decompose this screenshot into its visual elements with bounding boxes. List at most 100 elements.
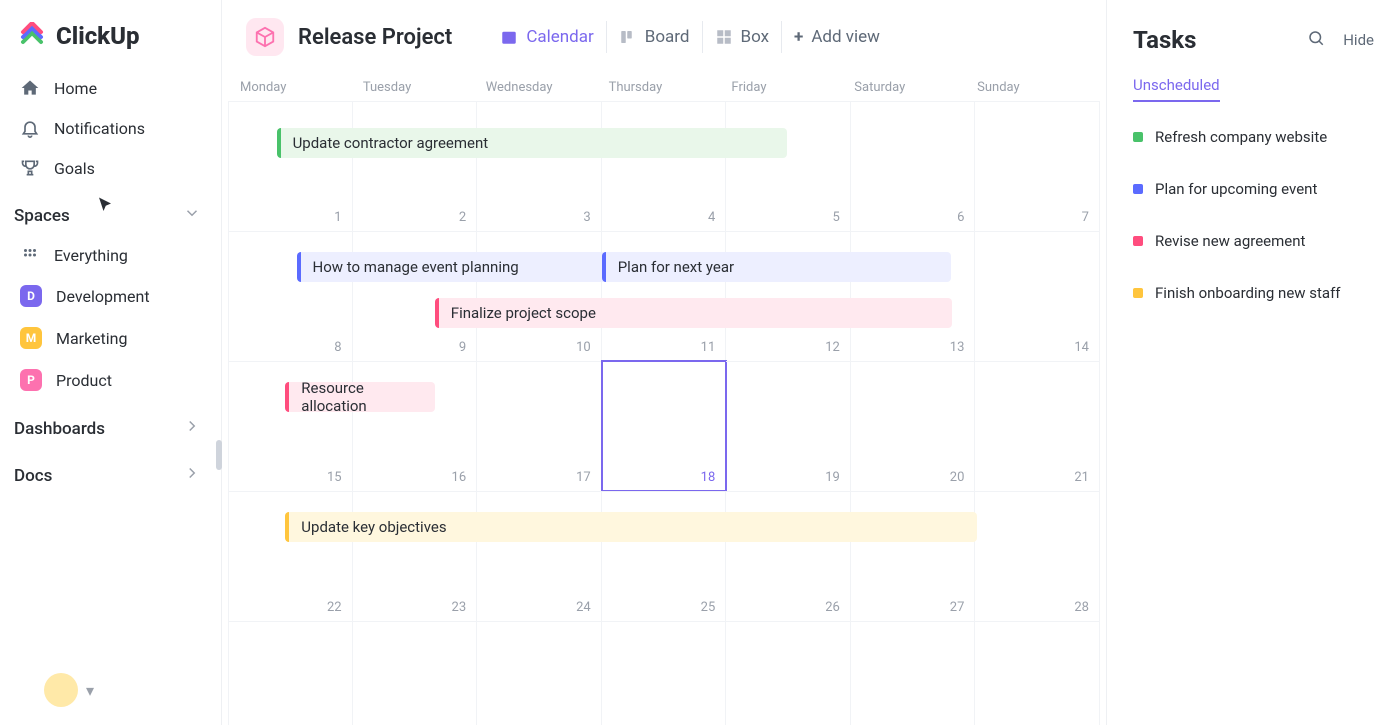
- calendar-cell[interactable]: 24: [477, 491, 602, 621]
- calendar-cell[interactable]: 17: [477, 361, 602, 491]
- calendar-event[interactable]: Resource allocation: [285, 382, 434, 412]
- calendar-cell[interactable]: 19: [726, 361, 851, 491]
- calendar-view: MondayTuesdayWednesdayThursdayFridaySatu…: [222, 74, 1106, 725]
- space-item-label: Marketing: [56, 329, 127, 348]
- calendar-cell[interactable]: 2: [602, 621, 727, 725]
- calendar-cell[interactable]: 11: [602, 231, 727, 361]
- space-item-product[interactable]: P Product: [10, 359, 211, 401]
- calendar-cell[interactable]: 27: [851, 491, 976, 621]
- tasks-tab-unscheduled[interactable]: Unscheduled: [1133, 76, 1220, 102]
- calendar-icon: [500, 28, 518, 46]
- nav-home[interactable]: Home: [10, 68, 211, 108]
- calendar-cell[interactable]: 4: [851, 621, 976, 725]
- weekday-label: Friday: [725, 74, 848, 101]
- calendar-cell[interactable]: 18: [602, 361, 727, 491]
- calendar-event[interactable]: Plan for next year: [602, 252, 951, 282]
- space-list: D DevelopmentM MarketingP Product: [10, 275, 211, 401]
- day-number: 2: [459, 210, 466, 225]
- search-icon[interactable]: [1307, 29, 1325, 51]
- calendar-cell[interactable]: 22: [228, 491, 353, 621]
- task-item[interactable]: Finish onboarding new staff: [1133, 284, 1374, 302]
- day-number: 27: [950, 600, 965, 615]
- calendar-cell[interactable]: 8: [228, 231, 353, 361]
- calendar-cell[interactable]: 2: [353, 101, 478, 231]
- task-item[interactable]: Plan for upcoming event: [1133, 180, 1374, 198]
- task-label: Refresh company website: [1155, 128, 1327, 146]
- calendar-cell[interactable]: 20: [851, 361, 976, 491]
- space-item-development[interactable]: D Development: [10, 275, 211, 317]
- calendar-cell[interactable]: 23: [353, 491, 478, 621]
- calendar-cell[interactable]: 6: [851, 101, 976, 231]
- calendar-cell[interactable]: 10: [477, 231, 602, 361]
- sidebar: ClickUp Home Notifications Goals Spaces: [0, 0, 222, 725]
- view-box[interactable]: Box: [703, 21, 783, 53]
- space-item-marketing[interactable]: M Marketing: [10, 317, 211, 359]
- view-tabs: Calendar Board Box + Add view: [488, 21, 892, 53]
- calendar-cell[interactable]: 5: [975, 621, 1100, 725]
- calendar-event[interactable]: Finalize project scope: [435, 298, 952, 328]
- view-calendar[interactable]: Calendar: [488, 21, 606, 53]
- tasks-header: Tasks Hide: [1133, 26, 1374, 54]
- calendar-cell[interactable]: 7: [975, 101, 1100, 231]
- calendar-cell[interactable]: 14: [975, 231, 1100, 361]
- event-color-bar: [297, 252, 301, 282]
- space-everything-label: Everything: [54, 246, 128, 265]
- calendar-cell[interactable]: 1: [228, 101, 353, 231]
- task-item[interactable]: Revise new agreement: [1133, 232, 1374, 250]
- docs-header[interactable]: Docs: [10, 448, 211, 495]
- bell-icon: [20, 118, 40, 138]
- calendar-cell[interactable]: 5: [726, 101, 851, 231]
- event-label: Plan for next year: [618, 258, 734, 276]
- nav-goals[interactable]: Goals: [10, 148, 211, 188]
- calendar-cell[interactable]: 4: [602, 101, 727, 231]
- trophy-icon: [20, 158, 40, 178]
- calendar-cell[interactable]: 28: [975, 491, 1100, 621]
- weekday-label: Sunday: [971, 74, 1094, 101]
- event-color-bar: [285, 382, 289, 412]
- user-menu[interactable]: ▾: [44, 673, 94, 707]
- avatar: [44, 673, 78, 707]
- task-color-icon: [1133, 236, 1143, 246]
- day-number: 5: [833, 210, 840, 225]
- calendar-cell[interactable]: 9: [353, 231, 478, 361]
- chevron-right-icon: [183, 417, 201, 440]
- space-everything[interactable]: Everything: [10, 235, 211, 275]
- calendar-cell[interactable]: 3: [477, 101, 602, 231]
- main-area: Release Project Calendar Board: [222, 0, 1106, 725]
- calendar-cell[interactable]: 13: [851, 231, 976, 361]
- topbar: Release Project Calendar Board: [222, 0, 1106, 74]
- day-number: 25: [701, 600, 716, 615]
- weekday-header: MondayTuesdayWednesdayThursdayFridaySatu…: [222, 74, 1106, 101]
- hide-button[interactable]: Hide: [1343, 31, 1374, 49]
- nav-notifications-label: Notifications: [54, 119, 145, 138]
- view-board-label: Board: [645, 27, 690, 47]
- calendar-cell[interactable]: 29: [228, 621, 353, 725]
- dashboards-header[interactable]: Dashboards: [10, 401, 211, 448]
- space-color-icon: M: [20, 327, 42, 349]
- day-number: 8: [334, 340, 341, 355]
- calendar-cell[interactable]: 1: [477, 621, 602, 725]
- view-board[interactable]: Board: [607, 21, 703, 53]
- add-view-label: Add view: [811, 27, 880, 47]
- event-label: How to manage event planning: [313, 258, 519, 276]
- calendar-cell[interactable]: 25: [602, 491, 727, 621]
- calendar-cell[interactable]: 3: [726, 621, 851, 725]
- calendar-event[interactable]: Update key objectives: [285, 512, 976, 542]
- day-number: 17: [576, 470, 591, 485]
- brand-logo[interactable]: ClickUp: [10, 18, 211, 68]
- project-heading[interactable]: Release Project: [246, 18, 452, 56]
- calendar-cell[interactable]: 21: [975, 361, 1100, 491]
- add-view-button[interactable]: + Add view: [782, 21, 892, 53]
- calendar-cell[interactable]: 26: [726, 491, 851, 621]
- calendar-cell[interactable]: 30: [353, 621, 478, 725]
- day-number: 10: [576, 340, 591, 355]
- day-number: 12: [825, 340, 840, 355]
- calendar-event[interactable]: Update contractor agreement: [277, 128, 788, 158]
- nav-notifications[interactable]: Notifications: [10, 108, 211, 148]
- calendar-cell[interactable]: 12: [726, 231, 851, 361]
- spaces-header[interactable]: Spaces: [10, 188, 211, 235]
- calendar-event[interactable]: How to manage event planning: [297, 252, 608, 282]
- task-item[interactable]: Refresh company website: [1133, 128, 1374, 146]
- event-color-bar: [602, 252, 606, 282]
- event-label: Resource allocation: [301, 379, 424, 415]
